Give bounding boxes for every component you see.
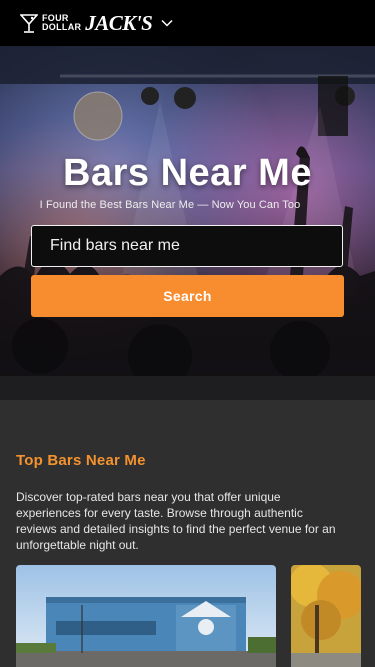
section-title: Top Bars Near Me: [16, 452, 146, 469]
bar-card[interactable]: [16, 565, 276, 667]
logo-word-jacks: JACK'S: [85, 10, 153, 35]
section-description: Discover top-rated bars near you that of…: [16, 490, 336, 552]
chevron-down-icon[interactable]: [161, 19, 173, 27]
search-input[interactable]: [31, 225, 343, 267]
bar-card[interactable]: [291, 565, 361, 667]
search-button[interactable]: Search: [31, 275, 344, 317]
top-navigation-bar: FOUR DOLLAR JACK'S: [0, 0, 375, 46]
logo-small-text: FOUR DOLLAR: [42, 14, 81, 32]
bar-crowd-background-image: [0, 46, 375, 400]
martini-glass-icon: [20, 14, 38, 33]
bar-building-photo: [16, 565, 276, 667]
logo-word-dollar: DOLLAR: [42, 22, 82, 32]
top-bars-section: Top Bars Near Me Discover top-rated bars…: [0, 400, 375, 667]
autumn-street-photo: [291, 565, 361, 667]
hero-title: Bars Near Me: [63, 152, 312, 194]
hero-subtitle: I Found the Best Bars Near Me — Now You …: [39, 199, 301, 211]
hero-section: Bars Near Me I Found the Best Bars Near …: [0, 46, 375, 400]
four-dollar-jacks-logo[interactable]: FOUR DOLLAR JACK'S: [20, 10, 153, 36]
